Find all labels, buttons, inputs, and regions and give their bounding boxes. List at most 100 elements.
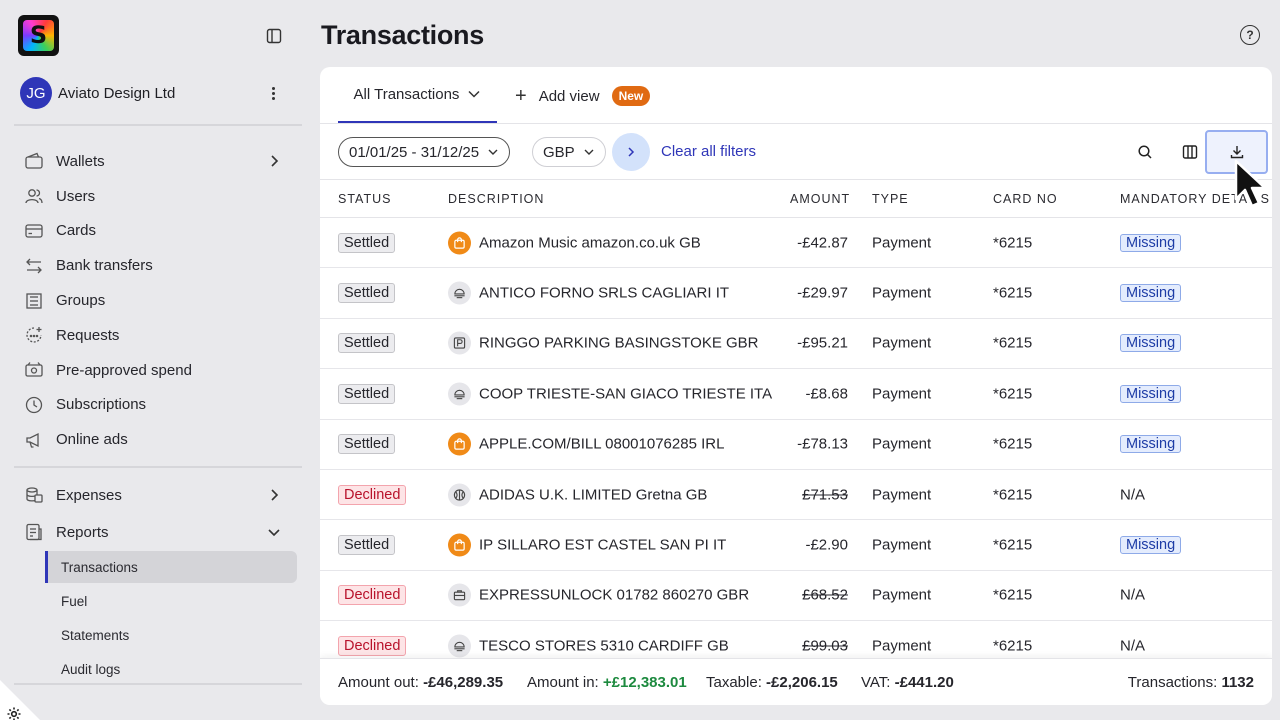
- clear-filters-link[interactable]: Clear all filters: [661, 143, 756, 160]
- sidebar-subitem-audit-logs[interactable]: Audit logs: [45, 652, 297, 686]
- column-header-status[interactable]: STATUS: [338, 192, 391, 206]
- date-range-filter[interactable]: 01/01/25 - 31/12/25: [338, 137, 511, 167]
- table-row[interactable]: Settled APPLE.COM/BILL 08001076285 IRL -£7…: [320, 420, 1272, 470]
- sidebar-item-wallets[interactable]: Wallets: [14, 144, 302, 179]
- mandatory-details-status[interactable]: Missing: [1120, 334, 1182, 353]
- more-filters-button[interactable]: [612, 133, 650, 171]
- sidebar-item-subscriptions[interactable]: Subscriptions: [14, 388, 302, 423]
- transaction-description: ADIDAS U.K. LIMITED Gretna GB: [479, 486, 708, 504]
- amount-in-value: +£12,383.01: [602, 674, 687, 691]
- status-badge: Settled: [338, 434, 396, 455]
- transaction-description: EXPRESSUNLOCK 01782 860270 GBR: [479, 586, 750, 604]
- sidebar-item-expenses[interactable]: Expenses: [14, 478, 302, 513]
- sidebar-item-label: Reports: [56, 523, 109, 541]
- transaction-type: Payment: [872, 334, 932, 352]
- column-header-description[interactable]: DESCRIPTION: [448, 192, 544, 206]
- status-badge: Settled: [338, 232, 396, 253]
- columns-button[interactable]: [1180, 142, 1200, 162]
- taxable-value: -£2,206.15: [766, 674, 838, 691]
- column-header-card-no[interactable]: CARD NO: [993, 192, 1058, 206]
- table-row[interactable]: Settled RINGGO PARKING BASINGSTOKE GBR -£9…: [320, 319, 1272, 370]
- add-view-button[interactable]: + Add view New: [515, 85, 651, 107]
- divider: [14, 466, 302, 468]
- taxable: Taxable: -£2,206.15: [706, 674, 838, 691]
- transaction-type: Payment: [872, 637, 932, 655]
- account-switcher[interactable]: JG Aviato Design Ltd: [20, 76, 290, 110]
- mandatory-details-status: N/A: [1120, 637, 1146, 655]
- shopping-bag-icon: [448, 533, 471, 557]
- chevron-right-icon: [271, 489, 279, 501]
- expenses-icon: [26, 487, 43, 504]
- transaction-type: Payment: [872, 536, 932, 554]
- table-row[interactable]: Declined EXPRESSUNLOCK 01782 860270 GBR £6…: [320, 571, 1272, 622]
- currency-filter[interactable]: GBP: [532, 137, 606, 167]
- sidebar-subitem-fuel[interactable]: Fuel: [45, 584, 297, 618]
- more-options-icon[interactable]: [268, 84, 278, 102]
- mandatory-details-status[interactable]: Missing: [1120, 536, 1182, 555]
- card-number: *6215: [993, 486, 1033, 504]
- sidebar-subitem-statements[interactable]: Statements: [45, 618, 297, 652]
- amount-out-value: -£46,289.35: [423, 674, 504, 691]
- search-button[interactable]: [1135, 142, 1155, 162]
- columns-icon: [1182, 145, 1198, 159]
- transactions-table-body: Settled Amazon Music amazon.co.uk GB -£42.…: [320, 218, 1272, 672]
- reports-icon: [26, 524, 42, 541]
- column-header-amount[interactable]: AMOUNT: [790, 192, 850, 206]
- transactions-panel: All Transactions + Add view New 01/01/25…: [320, 67, 1272, 705]
- tab-all-transactions[interactable]: All Transactions: [338, 67, 497, 123]
- mandatory-details-status[interactable]: Missing: [1120, 435, 1182, 454]
- sidebar-collapse-icon[interactable]: [264, 26, 284, 46]
- sidebar-item-pre-approved-spend[interactable]: Pre-approved spend: [14, 353, 302, 388]
- table-row[interactable]: Settled IP SILLARO EST CASTEL SAN PI IT -£…: [320, 520, 1272, 571]
- plus-icon: +: [515, 85, 527, 107]
- app-logo[interactable]: S: [18, 15, 59, 56]
- transaction-description: Amazon Music amazon.co.uk GB: [479, 234, 701, 252]
- sidebar-subitem-transactions[interactable]: Transactions: [45, 551, 297, 583]
- transaction-amount: £68.52: [802, 586, 848, 604]
- transaction-type: Payment: [872, 435, 932, 453]
- sidebar-item-groups[interactable]: Groups: [14, 283, 302, 318]
- chevron-down-icon: [488, 149, 498, 155]
- date-range-value: 01/01/25 - 31/12/25: [349, 143, 480, 161]
- transaction-amount: -£2.90: [805, 536, 848, 554]
- pre-approved-icon: [25, 362, 43, 377]
- column-header-type[interactable]: TYPE: [872, 192, 909, 206]
- summary-footer: Amount out: -£46,289.35 Amount in: +£12,…: [320, 658, 1272, 705]
- mandatory-details-status[interactable]: Missing: [1120, 233, 1182, 252]
- avatar: JG: [20, 77, 52, 109]
- reports-subnav: Transactions Fuel Statements Audit logs: [45, 550, 297, 686]
- transaction-description: ANTICO FORNO SRLS CAGLIARI IT: [479, 284, 730, 302]
- status-badge: Settled: [338, 283, 396, 304]
- sidebar-item-label: Expenses: [56, 486, 122, 504]
- mandatory-details-status[interactable]: Missing: [1120, 384, 1182, 403]
- table-header: STATUS DESCRIPTION AMOUNT TYPE CARD NO M…: [320, 180, 1272, 218]
- sidebar-item-online-ads[interactable]: Online ads: [14, 422, 302, 457]
- help-icon[interactable]: ?: [1240, 25, 1260, 45]
- sidebar-item-cards[interactable]: Cards: [14, 214, 302, 249]
- transfer-icon: [26, 258, 42, 274]
- sidebar-item-users[interactable]: Users: [14, 179, 302, 214]
- table-row[interactable]: Settled ANTICO FORNO SRLS CAGLIARI IT -£29…: [320, 268, 1272, 319]
- sidebar-item-bank-transfers[interactable]: Bank transfers: [14, 248, 302, 283]
- sports-ball-icon: [448, 483, 471, 507]
- table-row[interactable]: Settled COOP TRIESTE-SAN GIACO TRIESTE IT…: [320, 369, 1272, 420]
- transaction-description: IP SILLARO EST CASTEL SAN PI IT: [479, 536, 727, 554]
- clock-icon: [25, 396, 43, 414]
- table-row[interactable]: Settled Amazon Music amazon.co.uk GB -£42.…: [320, 218, 1272, 269]
- transaction-count-value: 1132: [1221, 674, 1254, 691]
- shopping-bag-icon: [448, 432, 471, 456]
- status-badge: Settled: [338, 535, 396, 556]
- currency-value: GBP: [543, 143, 575, 161]
- sidebar-item-reports[interactable]: Reports: [14, 515, 302, 550]
- mandatory-details-status[interactable]: Missing: [1120, 284, 1182, 303]
- wallet-icon: [25, 153, 43, 170]
- table-row[interactable]: Declined ADIDAS U.K. LIMITED Gretna GB £71…: [320, 470, 1272, 521]
- amount-out: Amount out: -£46,289.35: [338, 674, 504, 691]
- view-tabs: All Transactions + Add view New: [320, 67, 1272, 124]
- sidebar-item-requests[interactable]: Requests: [14, 318, 302, 353]
- gear-icon: [7, 707, 21, 720]
- sidebar-item-label: Cards: [56, 222, 97, 240]
- settings-corner[interactable]: [0, 680, 40, 720]
- chevron-down-icon: [584, 149, 594, 155]
- card-number: *6215: [993, 435, 1033, 453]
